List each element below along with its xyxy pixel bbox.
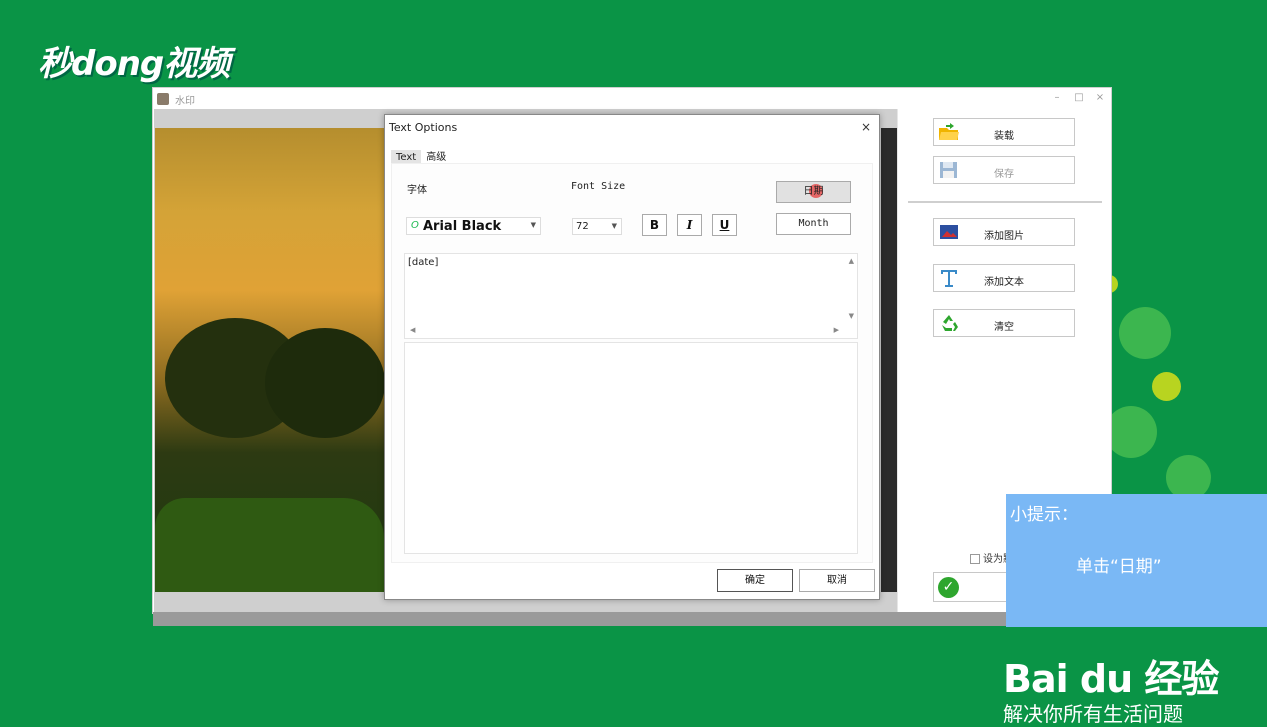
underline-button[interactable]: U [712, 214, 737, 236]
add-text-label: 添加文本 [984, 277, 1024, 288]
tip-body: 单击“日期” [1076, 557, 1162, 577]
font-select[interactable]: O Arial Black ▼ [406, 217, 541, 235]
panel-separator [908, 201, 1102, 203]
minimize-button[interactable]: – [1050, 92, 1064, 103]
baidu-jingyan-logo: Bai du 经验 [1003, 657, 1219, 701]
chevron-down-icon: ▼ [530, 221, 536, 229]
load-label: 装载 [994, 131, 1014, 142]
text-options-dialog: Text Options × Text 高级 字体 Font Size O Ari… [384, 114, 880, 600]
dialog-title: Text Options [389, 121, 458, 134]
font-size-value: 72 [576, 221, 589, 232]
dialog-tabs: Text 高级 [391, 145, 451, 165]
scroll-down-icon[interactable]: ▼ [849, 312, 854, 320]
save-label: 保存 [994, 169, 1014, 180]
panel-divider [897, 109, 898, 613]
opentype-icon: O [411, 220, 419, 231]
checkbox-box[interactable] [970, 554, 980, 564]
add-image-button[interactable]: 添加图片 [933, 218, 1075, 246]
decor-circle-1 [1119, 307, 1171, 359]
date-label: 日期 [803, 186, 824, 197]
chevron-down-icon: ▼ [611, 222, 617, 230]
month-button[interactable]: Month [776, 213, 851, 235]
decor-circle-3 [1105, 406, 1157, 458]
photo-preview [155, 128, 385, 592]
italic-button[interactable]: I [677, 214, 702, 236]
text-input[interactable]: [date] ▲ ▼ ◀ ▶ [404, 253, 858, 339]
baidu-slogan: 解决你所有生活问题 [1003, 702, 1183, 726]
add-text-button[interactable]: 添加文本 [933, 264, 1075, 292]
load-button[interactable]: 装载 [933, 118, 1075, 146]
app-icon [157, 93, 169, 105]
date-button[interactable]: 日期 [776, 181, 851, 203]
maximize-button[interactable]: □ [1072, 92, 1086, 103]
clear-label: 清空 [994, 322, 1014, 333]
cancel-button[interactable]: 取消 [799, 569, 875, 592]
window-title: 水印 [175, 96, 195, 107]
font-value: Arial Black [423, 219, 502, 234]
photo-edge [881, 128, 897, 592]
photo-bush [155, 498, 384, 592]
status-bar [153, 612, 1111, 626]
clear-button[interactable]: 清空 [933, 309, 1075, 337]
text-input-value: [date] [408, 257, 439, 268]
text-preview [404, 342, 858, 554]
font-size-label: Font Size [571, 181, 626, 192]
scroll-up-icon[interactable]: ▲ [849, 257, 854, 265]
decor-circle-2 [1152, 372, 1181, 401]
save-button[interactable]: 保存 [933, 156, 1075, 184]
dialog-close-button[interactable]: × [861, 120, 871, 134]
window-titlebar: 水印 – □ × [153, 88, 1111, 110]
tip-box: 小提示： 单击“日期” [1006, 494, 1267, 627]
photo-tree [265, 328, 385, 438]
font-size-select[interactable]: 72 ▼ [572, 218, 622, 235]
scroll-right-icon[interactable]: ▶ [834, 326, 839, 334]
bold-button[interactable]: B [642, 214, 667, 236]
checkmark-icon: ✓ [938, 577, 959, 598]
font-label: 字体 [407, 185, 427, 196]
scroll-left-icon[interactable]: ◀ [410, 326, 415, 334]
ok-button[interactable]: 确定 [717, 569, 793, 592]
brand-logo: 秒dong视频 [38, 44, 230, 84]
close-button[interactable]: × [1093, 92, 1107, 103]
tip-heading: 小提示： [1010, 505, 1078, 525]
add-image-label: 添加图片 [984, 231, 1024, 242]
